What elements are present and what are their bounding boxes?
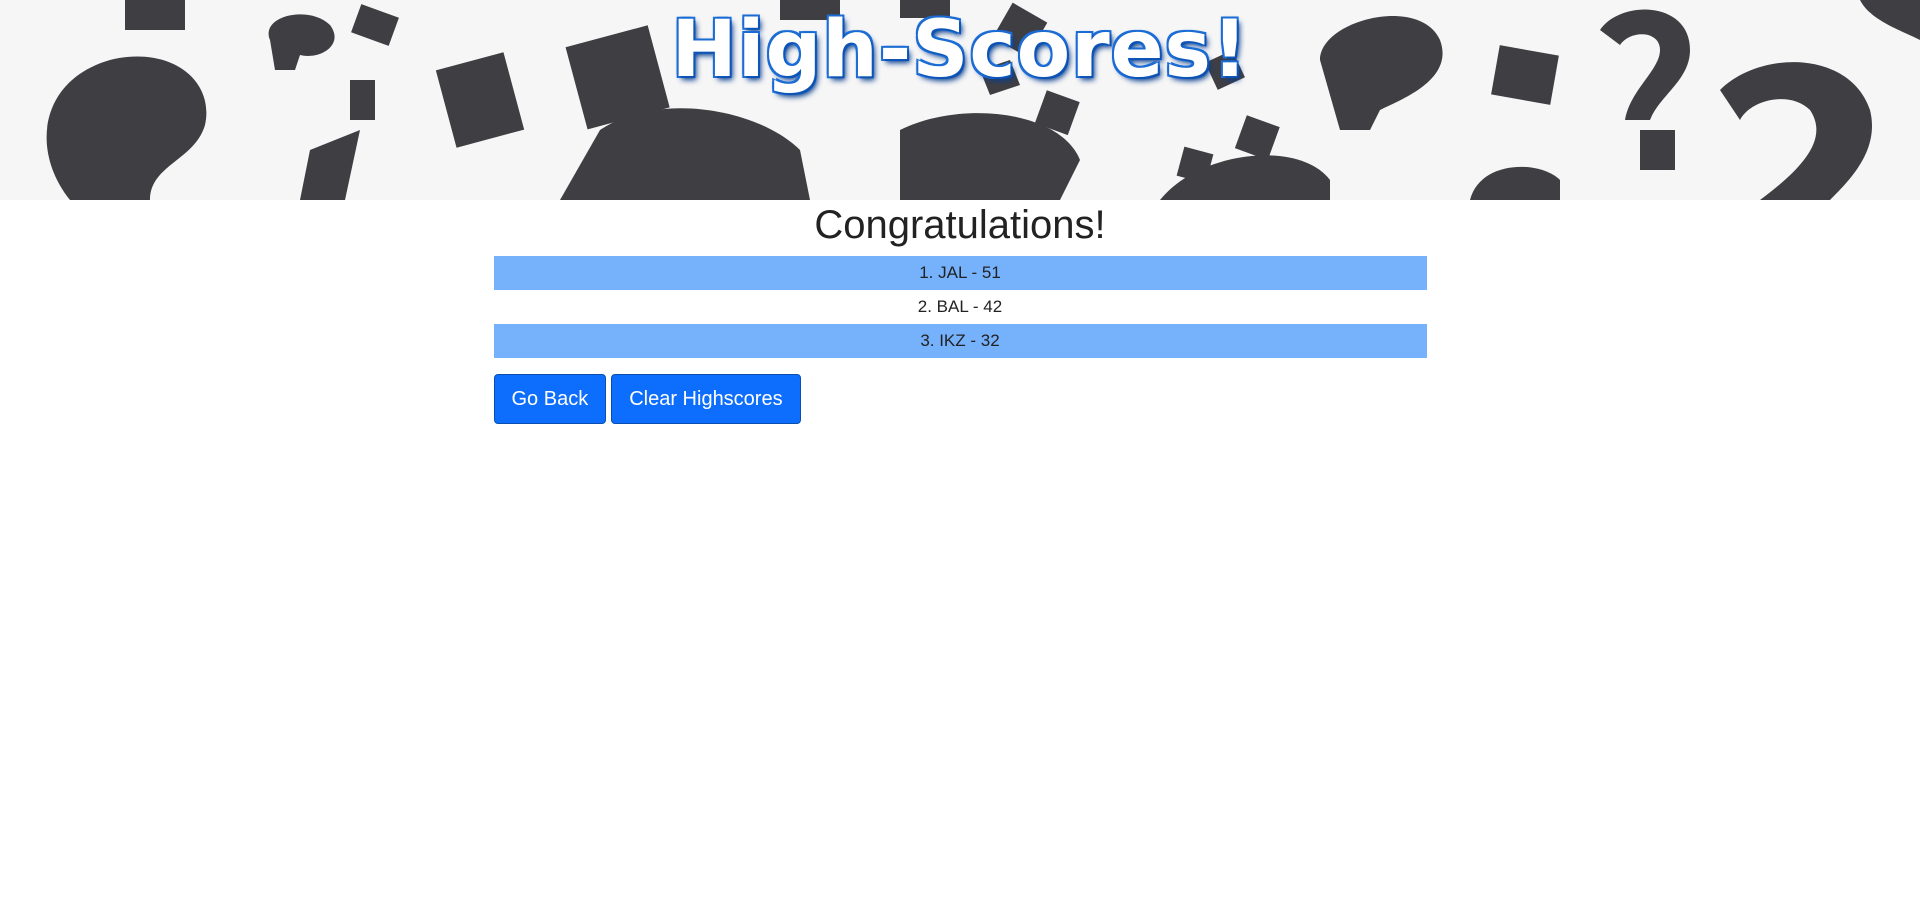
- congratulations-heading: Congratulations!: [814, 203, 1106, 247]
- action-buttons: Go Back Clear Highscores: [493, 374, 1427, 424]
- highscore-item: 3. IKZ - 32: [493, 324, 1427, 358]
- page-title: High-Scores!: [671, 5, 1249, 95]
- clear-highscores-button[interactable]: Clear Highscores: [611, 374, 801, 424]
- highscore-item: 2. BAL - 42: [493, 290, 1427, 324]
- highscores-panel: Congratulations! 1. JAL - 51 2. BAL - 42…: [493, 200, 1427, 424]
- highscore-item: 1. JAL - 51: [493, 256, 1427, 290]
- go-back-button[interactable]: Go Back: [493, 374, 607, 424]
- highscore-list: 1. JAL - 51 2. BAL - 42 3. IKZ - 32: [493, 256, 1427, 358]
- header-banner: High-Scores!: [0, 0, 1920, 200]
